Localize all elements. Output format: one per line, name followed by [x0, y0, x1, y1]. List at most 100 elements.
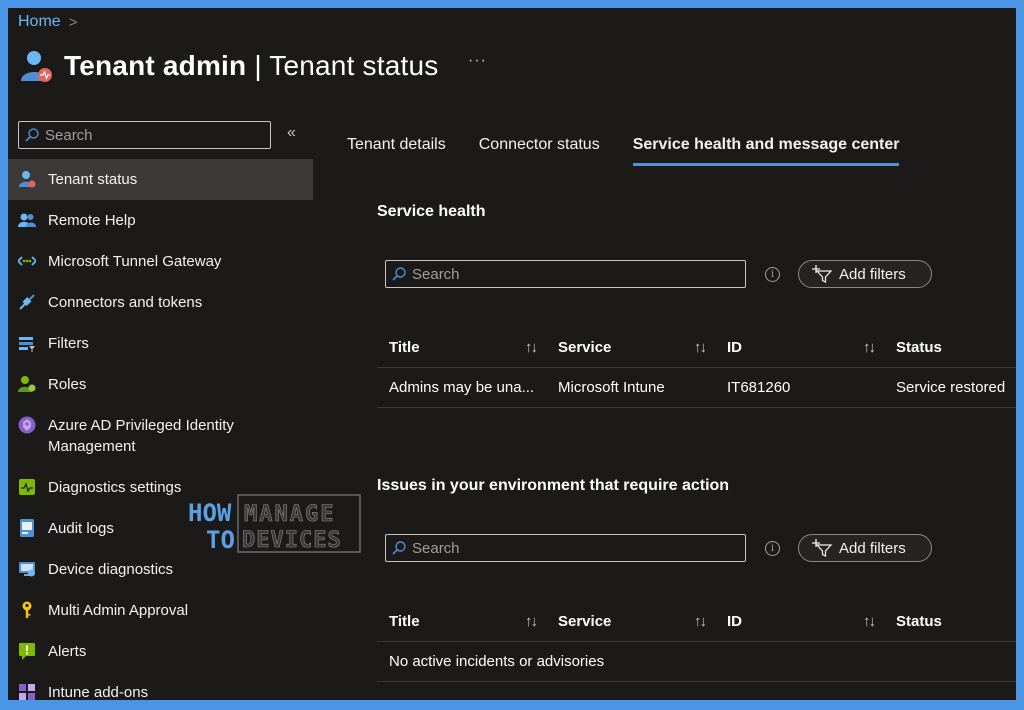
sidebar-item-filters[interactable]: Filters — [8, 323, 313, 364]
add-filters-label: Add filters — [839, 265, 906, 283]
breadcrumb-home-link[interactable]: Home — [18, 13, 61, 31]
watermark-how: HOW — [188, 499, 232, 527]
column-header-id[interactable]: ID ↑↓ — [715, 339, 884, 356]
search-icon — [392, 541, 406, 555]
addons-icon — [19, 684, 35, 700]
watermark-to: TO — [206, 526, 235, 554]
empty-state-row: No active incidents or advisories — [377, 642, 1016, 682]
sort-icon[interactable]: ↑↓ — [525, 613, 538, 630]
search-icon — [392, 267, 406, 281]
cell-service: Microsoft Intune — [558, 379, 665, 396]
tab-service-health[interactable]: Service health and message center — [632, 136, 900, 166]
sidebar-item-label: Audit logs — [48, 520, 114, 537]
sidebar-item-label: Device diagnostics — [48, 561, 174, 578]
column-label: Title — [389, 613, 420, 630]
more-options-button[interactable]: ··· — [468, 52, 487, 70]
sidebar-item-intune-addons[interactable]: Intune add-ons — [8, 672, 313, 700]
sidebar-item-tenant-status[interactable]: Tenant status — [8, 159, 313, 200]
sidebar-item-remote-help[interactable]: Remote Help — [8, 200, 313, 241]
column-label: Service — [558, 613, 612, 630]
search-icon — [25, 128, 39, 142]
tab-bar: Tenant details Connector status Service … — [347, 136, 900, 166]
sidebar-item-label: Connectors and tokens — [48, 294, 203, 311]
add-filters-button[interactable]: Add filters — [798, 260, 932, 288]
sidebar-item-label: Alerts — [48, 643, 87, 660]
how-to-manage-devices-logo: HOW TO MANAGE DEVICES — [188, 494, 361, 554]
cell-title[interactable]: Admins may be una... — [377, 379, 546, 396]
sidebar-search-placeholder: Search — [45, 126, 93, 144]
sidebar-item-connectors[interactable]: Connectors and tokens — [8, 282, 313, 323]
sort-icon[interactable]: ↑↓ — [863, 339, 876, 356]
tunnel-gateway-icon — [18, 256, 36, 266]
info-icon[interactable]: i — [765, 541, 780, 556]
sort-icon[interactable]: ↑↓ — [694, 339, 707, 356]
sidebar-item-tunnel-gateway[interactable]: Microsoft Tunnel Gateway — [8, 241, 313, 282]
cell-id: IT681260 — [727, 379, 791, 396]
add-filters-button[interactable]: Add filters — [798, 534, 932, 562]
sort-icon[interactable]: ↑↓ — [863, 613, 876, 630]
column-header-title[interactable]: Title ↑↓ — [377, 613, 546, 630]
sidebar-item-device-diagnostics[interactable]: Device diagnostics — [8, 549, 313, 590]
column-label: ID — [727, 613, 742, 630]
sort-icon[interactable]: ↑↓ — [694, 613, 707, 630]
filter-icon — [19, 337, 35, 352]
sidebar-item-alerts[interactable]: Alerts — [8, 631, 313, 672]
sidebar-item-label: Roles — [48, 376, 87, 393]
service-health-search-input[interactable]: Search — [385, 260, 746, 288]
app-window: Home > Tenant admin | Tenant status ··· … — [8, 8, 1016, 700]
service-health-title: Service health — [377, 203, 486, 220]
sidebar-item-label: Multi Admin Approval — [48, 602, 189, 619]
service-health-table: Title ↑↓ Service ↑↓ ID ↑↓ Status Admins may… — [377, 328, 1016, 408]
sidebar-item-label: Azure AD Privileged Identity Management — [48, 417, 234, 455]
column-header-status[interactable]: Status — [884, 339, 1016, 356]
table-header: Title ↑↓ Service ↑↓ ID ↑↓ Status — [377, 328, 1016, 368]
table-row[interactable]: Admins may be una... Microsoft Intune IT… — [377, 368, 1016, 408]
page-header: Tenant admin | Tenant status — [18, 48, 438, 84]
page-title: Tenant admin | Tenant status — [64, 50, 438, 82]
collapse-sidebar-button[interactable]: « — [287, 124, 296, 142]
audit-logs-icon — [20, 519, 34, 537]
add-filters-label: Add filters — [839, 539, 906, 557]
device-diagnostics-icon — [19, 562, 35, 577]
column-header-title[interactable]: Title ↑↓ — [377, 339, 546, 356]
add-filter-icon — [812, 265, 833, 283]
diagnostics-icon — [19, 479, 35, 495]
info-icon[interactable]: i — [765, 267, 780, 282]
sidebar-item-roles[interactable]: Roles — [8, 364, 313, 405]
watermark-manage: MANAGE — [244, 502, 335, 527]
page-title-separator: | — [246, 50, 270, 81]
tab-tenant-details[interactable]: Tenant details — [347, 136, 446, 166]
sidebar-item-pim[interactable]: Azure AD Privileged Identity Management — [8, 405, 313, 467]
column-label: Service — [558, 339, 612, 356]
column-header-service[interactable]: Service ↑↓ — [546, 613, 715, 630]
column-label: Title — [389, 339, 420, 356]
remote-help-icon — [18, 213, 36, 227]
pim-icon — [18, 416, 36, 434]
column-header-status[interactable]: Status — [884, 613, 1016, 630]
column-header-service[interactable]: Service ↑↓ — [546, 339, 715, 356]
cell-status: Service restored — [896, 379, 1006, 396]
column-label: Status — [896, 339, 942, 356]
tab-connector-status[interactable]: Connector status — [479, 136, 600, 166]
column-header-id[interactable]: ID ↑↓ — [715, 613, 884, 630]
issues-search-input[interactable]: Search — [385, 534, 746, 562]
empty-state-message: No active incidents or advisories — [389, 653, 605, 670]
sidebar-item-label: Remote Help — [48, 212, 136, 229]
column-label: ID — [727, 339, 742, 356]
column-label: Status — [896, 613, 942, 630]
sidebar-nav: Tenant status Remote Help Microsoft Tunn… — [8, 159, 313, 700]
page-title-primary: Tenant admin — [64, 50, 247, 81]
sidebar-item-label: Intune add-ons — [48, 684, 149, 700]
sidebar-item-multi-admin-approval[interactable]: Multi Admin Approval — [8, 590, 313, 631]
search-placeholder: Search — [412, 539, 460, 557]
sidebar-search-input[interactable]: Search — [18, 121, 271, 149]
issues-title: Issues in your environment that require … — [377, 477, 730, 494]
alert-icon — [19, 643, 35, 660]
sort-icon[interactable]: ↑↓ — [525, 339, 538, 356]
page-title-secondary: Tenant status — [269, 50, 439, 81]
tenant-status-icon — [19, 171, 36, 188]
breadcrumb: Home > — [18, 13, 77, 31]
chevron-right-icon: > — [68, 13, 78, 31]
sidebar-item-label: Filters — [48, 335, 89, 352]
sidebar-item-label: Tenant status — [48, 171, 138, 188]
